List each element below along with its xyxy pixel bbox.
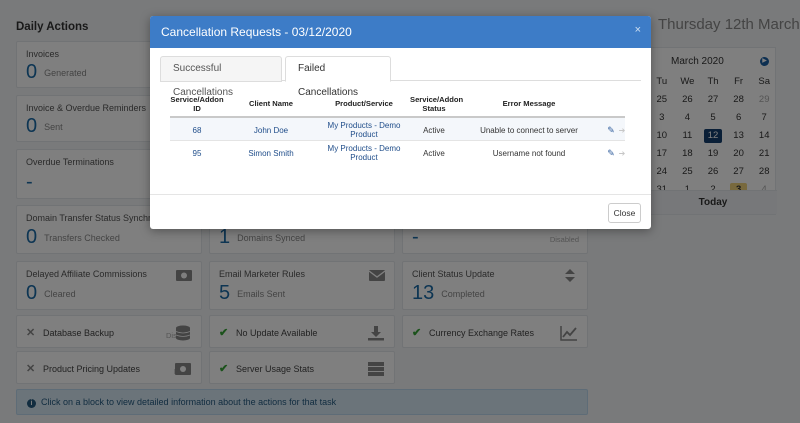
- edit-icon[interactable]: ✎: [606, 118, 616, 142]
- cell-status: Active: [423, 125, 445, 135]
- cell-product[interactable]: My Products - Demo Product: [318, 118, 410, 142]
- arrow-right-icon[interactable]: ➔: [618, 118, 626, 142]
- table-row: 95 Simon Smith My Products - Demo Produc…: [170, 140, 625, 164]
- table-row: 68 John Doe My Products - Demo Product A…: [170, 116, 625, 140]
- column-header-status: Service/Addon Status: [410, 95, 464, 113]
- column-header-product: Product/Service: [335, 99, 393, 108]
- cell-service-id[interactable]: 68: [170, 118, 224, 142]
- column-header-error: Error Message: [502, 99, 556, 108]
- tab-successful-cancellations[interactable]: Successful Cancellations: [160, 56, 282, 98]
- cell-product[interactable]: My Products - Demo Product: [318, 141, 410, 165]
- cell-error-message: Username not found: [492, 148, 566, 158]
- cancellation-requests-modal: Cancellation Requests - 03/12/2020 × Suc…: [150, 16, 651, 229]
- close-button[interactable]: Close: [608, 203, 641, 223]
- cell-client-name[interactable]: Simon Smith: [226, 141, 316, 165]
- modal-header: Cancellation Requests - 03/12/2020 ×: [150, 16, 651, 48]
- cell-error-message: Unable to connect to server: [480, 125, 578, 135]
- cell-status: Active: [423, 148, 445, 158]
- modal-footer: Close: [150, 194, 651, 229]
- column-header-id: Service/Addon ID: [170, 95, 224, 113]
- arrow-right-icon[interactable]: ➔: [618, 141, 626, 165]
- modal-title: Cancellation Requests - 03/12/2020: [161, 25, 352, 39]
- edit-icon[interactable]: ✎: [606, 141, 616, 165]
- modal-tabs: Successful Cancellations Failed Cancella…: [160, 55, 641, 98]
- column-header-client: Client Name: [249, 99, 293, 108]
- cell-client-name[interactable]: John Doe: [226, 118, 316, 142]
- cell-service-id[interactable]: 95: [170, 141, 224, 165]
- close-icon[interactable]: ×: [635, 24, 641, 36]
- tab-failed-cancellations[interactable]: Failed Cancellations: [285, 56, 391, 98]
